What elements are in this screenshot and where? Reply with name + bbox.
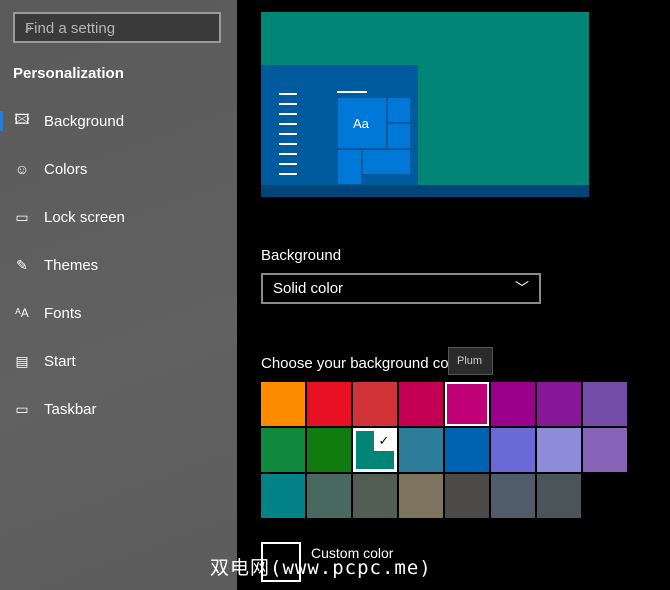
color-swatch[interactable] [537, 428, 581, 472]
themes-icon: ✎ [16, 256, 28, 273]
start-icon: ▤ [15, 352, 29, 369]
taskbar-preview [261, 185, 589, 197]
color-swatch[interactable] [261, 474, 305, 518]
section-title: Personalization [13, 65, 124, 82]
color-swatch[interactable]: ✓ [353, 428, 397, 472]
background-dropdown-value: Solid color [273, 280, 344, 297]
image-icon: 🖾 [14, 111, 30, 127]
start-menu-preview: Aa [261, 65, 418, 185]
color-swatch[interactable] [353, 474, 397, 518]
color-swatch[interactable] [445, 428, 489, 472]
checkmark-icon: ✓ [374, 431, 394, 451]
search-input[interactable]: Find a setting ⌕ [13, 12, 221, 43]
color-swatch[interactable] [399, 382, 443, 426]
sidebar-item-colors[interactable]: ☺ Colors [0, 149, 237, 189]
sidebar-item-background[interactable]: 🖾 Background [0, 101, 237, 141]
sidebar-item-label: Taskbar [44, 400, 97, 418]
sidebar-item-label: Lock screen [44, 208, 125, 226]
chevron-down-icon: ﹀ [515, 280, 529, 296]
color-swatch[interactable] [537, 474, 581, 518]
color-swatch[interactable] [491, 428, 535, 472]
sidebar-item-start[interactable]: ▤ Start [0, 341, 237, 381]
color-swatch[interactable] [583, 382, 627, 426]
taskbar-icon: ▭ [15, 400, 29, 417]
sidebar: Find a setting ⌕ Personalization 🖾 Backgr… [0, 0, 237, 590]
sidebar-item-label: Themes [44, 256, 99, 274]
background-label: Background [261, 247, 342, 264]
color-swatch[interactable] [399, 474, 443, 518]
color-swatch[interactable] [261, 428, 305, 472]
color-swatch[interactable] [307, 474, 351, 518]
preview-tile: Aa [337, 97, 387, 149]
color-swatch[interactable] [307, 428, 351, 472]
sidebar-item-fonts[interactable]: ᴬA Fonts [0, 293, 237, 333]
desktop-preview: Aa [261, 12, 589, 197]
fonts-icon: ᴬA [15, 306, 29, 320]
lock-screen-icon: ▭ [15, 208, 29, 225]
sidebar-item-lock-screen[interactable]: ▭ Lock screen [0, 197, 237, 237]
sidebar-item-label: Colors [44, 160, 88, 178]
choose-color-label: Choose your background color [261, 355, 466, 372]
color-swatch[interactable] [353, 382, 397, 426]
sidebar-item-taskbar[interactable]: ▭ Taskbar [0, 389, 237, 429]
color-swatch[interactable] [491, 474, 535, 518]
main-pane: Aa Background Solid color ﹀ Choose your … [237, 0, 670, 590]
color-swatch[interactable] [537, 382, 581, 426]
sidebar-item-label: Fonts [44, 304, 82, 322]
color-swatch[interactable] [491, 382, 535, 426]
watermark: 双电网(www.pcpc.me) [210, 557, 432, 579]
search-icon: ⌕ [25, 19, 33, 35]
color-swatch[interactable] [445, 382, 489, 426]
color-swatch[interactable] [261, 382, 305, 426]
sidebar-item-themes[interactable]: ✎ Themes [0, 245, 237, 285]
color-swatch[interactable] [307, 382, 351, 426]
sidebar-item-label: Start [44, 352, 76, 370]
color-swatch[interactable] [445, 474, 489, 518]
background-dropdown[interactable]: Solid color ﹀ [261, 273, 541, 304]
sidebar-item-label: Background [44, 112, 125, 130]
color-swatch[interactable] [399, 428, 443, 472]
color-swatch[interactable] [583, 428, 627, 472]
palette-icon: ☺ [14, 161, 30, 177]
color-tooltip: Plum [448, 347, 493, 375]
